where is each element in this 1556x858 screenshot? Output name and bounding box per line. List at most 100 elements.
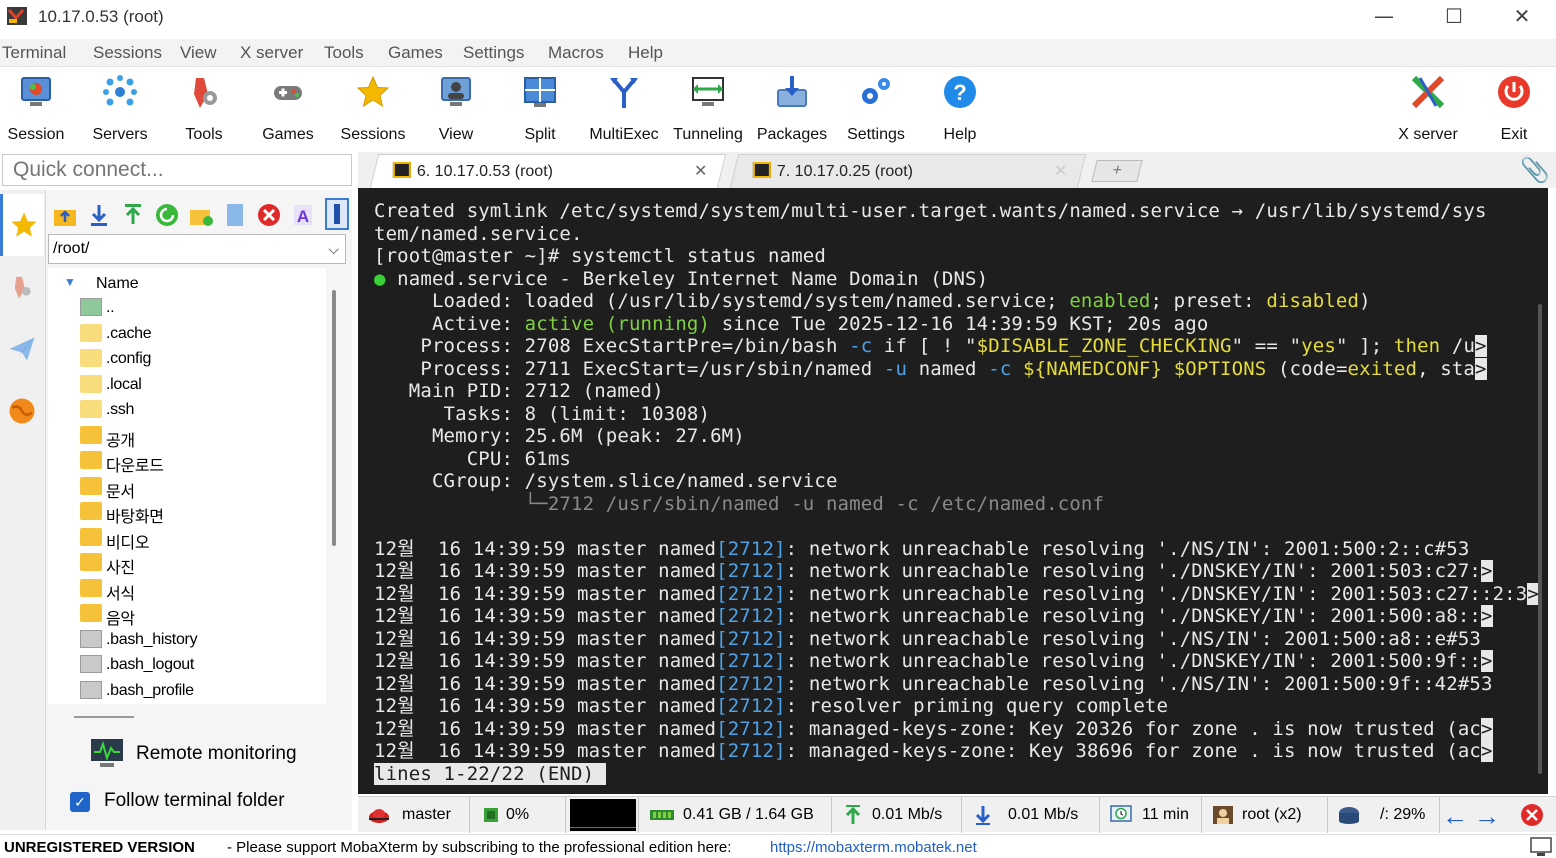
arrow-right-icon[interactable]: → [1474, 801, 1500, 832]
refresh-icon[interactable] [154, 202, 180, 228]
file-row[interactable]: .bash_history [80, 628, 320, 652]
servers-button[interactable]: Servers [78, 74, 162, 148]
clock-monitor-icon [1110, 805, 1132, 822]
close-tab-icon[interactable]: ✕ [1054, 161, 1067, 181]
mobaxterm-link[interactable]: https://mobaxterm.mobatek.net [770, 839, 977, 856]
close-window-button[interactable]: ✕ [1498, 2, 1546, 30]
terminal-output: Created symlink /etc/systemd/system/mult… [374, 200, 1539, 785]
download-icon[interactable] [86, 202, 112, 228]
menu-xserver[interactable]: X server [240, 43, 303, 63]
terminal-scrollbar[interactable] [1538, 304, 1542, 774]
upload-icon[interactable] [120, 202, 146, 228]
quick-connect-input[interactable] [3, 155, 351, 185]
sidebar-tab-tools[interactable] [0, 256, 44, 318]
session-icon [21, 77, 51, 106]
menu-terminal[interactable]: Terminal [2, 43, 66, 63]
menu-help[interactable]: Help [628, 43, 663, 63]
column-header-name[interactable]: ▼ Name [48, 268, 326, 296]
tools-button[interactable]: Tools [162, 74, 246, 148]
memory-icon [650, 810, 674, 820]
new-file-icon[interactable] [222, 202, 248, 228]
folder-up-icon[interactable] [52, 202, 78, 228]
remote-monitoring-button[interactable]: Remote monitoring [90, 736, 340, 772]
xserver-button[interactable]: X server [1386, 74, 1470, 148]
download-arrow-icon [975, 806, 991, 825]
view-button[interactable]: View [414, 74, 498, 148]
menu-macros[interactable]: Macros [548, 43, 604, 63]
sessions-button[interactable]: Sessions [331, 74, 415, 148]
xserver-icon [1411, 75, 1445, 109]
follow-terminal-folder-checkbox[interactable]: ✓ Follow terminal folder [70, 788, 340, 818]
split-button[interactable]: Split [498, 74, 582, 148]
maximize-button[interactable]: ☐ [1430, 2, 1478, 30]
terminal-toggle-icon[interactable] [324, 198, 350, 230]
file-name: 바탕화면 [106, 509, 164, 526]
multiexec-button[interactable]: MultiExec [582, 74, 666, 148]
tunneling-button[interactable]: Tunneling [666, 74, 750, 148]
terminal-line: CPU: 61ms [374, 447, 572, 470]
file-row[interactable]: .bash_logout [80, 653, 320, 677]
paper-plane-icon [9, 337, 35, 361]
menu-tools[interactable]: Tools [324, 43, 364, 63]
terminal-line: lines 1-22/22 (END) [374, 762, 1539, 786]
packages-button[interactable]: Packages [750, 74, 834, 148]
file-list-scrollbar[interactable] [332, 290, 336, 546]
file-row[interactable]: .config [80, 347, 320, 371]
games-button[interactable]: Games [246, 74, 330, 148]
exit-button[interactable]: Exit [1472, 74, 1556, 148]
support-message: - Please support MobaXterm by subscribin… [227, 839, 732, 856]
new-folder-icon[interactable] [188, 202, 214, 228]
folder-icon [80, 604, 102, 622]
file-row[interactable]: 공개 [80, 424, 320, 450]
menu-games[interactable]: Games [388, 43, 443, 63]
sidebar-tab-sftp[interactable] [0, 380, 44, 442]
settings-button[interactable]: Settings [834, 74, 918, 148]
file-row[interactable]: .ssh [80, 398, 320, 422]
tab-session-6[interactable]: 6. 10.17.0.53 (root) ✕ [369, 154, 727, 188]
terminal-line: 12월 16 14:39:59 master named[2712]: netw… [374, 560, 1493, 582]
file-row[interactable]: 바탕화면 [80, 500, 320, 526]
new-tab-button[interactable]: + [1091, 160, 1143, 182]
minimize-button[interactable]: — [1360, 2, 1408, 30]
paperclip-icon[interactable]: 📎 [1520, 156, 1550, 185]
menu-sessions[interactable]: Sessions [93, 43, 162, 63]
tools-icon [14, 276, 31, 299]
status-users: root (x2) [1202, 797, 1328, 833]
quick-connect-box [2, 154, 352, 186]
path-dropdown[interactable]: /root/ ⌵ [48, 234, 346, 264]
file-name: .config [106, 350, 152, 367]
help-button[interactable]: ? Help [918, 74, 1002, 148]
status-uptime: 11 min [1100, 797, 1202, 833]
file-row[interactable]: .cache [80, 322, 320, 346]
close-session-icon[interactable] [1520, 803, 1544, 827]
file-row[interactable]: 문서 [80, 475, 320, 501]
file-row[interactable]: 다운로드 [80, 449, 320, 475]
games-icon [274, 86, 302, 100]
file-row[interactable]: 서식 [80, 577, 320, 603]
file-list: ▼ Name .. .cache .config .local .ssh 공개 다운로드 문서… [48, 268, 326, 704]
file-row[interactable]: .local [80, 373, 320, 397]
delete-icon[interactable] [256, 202, 282, 228]
menu-view[interactable]: View [180, 43, 217, 63]
terminal-line: 12월 16 14:39:59 master named[2712]: mana… [374, 740, 1493, 762]
file-row[interactable]: .bash_profile [80, 679, 320, 703]
close-tab-icon[interactable]: ✕ [694, 161, 707, 181]
file-row[interactable]: .. [80, 296, 320, 320]
sidebar-tab-macros[interactable] [0, 318, 44, 380]
terminal-view[interactable]: Created symlink /etc/systemd/system/mult… [358, 188, 1548, 794]
file-row[interactable]: 비디오 [80, 526, 320, 552]
session-button[interactable]: Session [0, 74, 78, 148]
terminal-line: Memory: 25.6M (peak: 27.6M) [374, 425, 745, 447]
menu-settings[interactable]: Settings [463, 43, 524, 63]
file-list-hscrollbar[interactable] [74, 716, 134, 718]
file-row[interactable]: 사진 [80, 551, 320, 577]
file-toolbar: A [50, 196, 350, 230]
folder-icon [80, 374, 102, 393]
file-row[interactable]: 음악 [80, 602, 320, 628]
rename-icon[interactable]: A [290, 202, 316, 228]
terminal-line: 12월 16 14:39:59 master named[2712]: netw… [374, 627, 1482, 650]
tab-session-7[interactable]: 7. 10.17.0.25 (root) ✕ [729, 154, 1087, 188]
sidebar-tab-sessions[interactable] [0, 194, 44, 256]
arrow-left-icon[interactable]: ← [1442, 801, 1468, 832]
unregistered-label: UNREGISTERED VERSION [4, 839, 195, 856]
